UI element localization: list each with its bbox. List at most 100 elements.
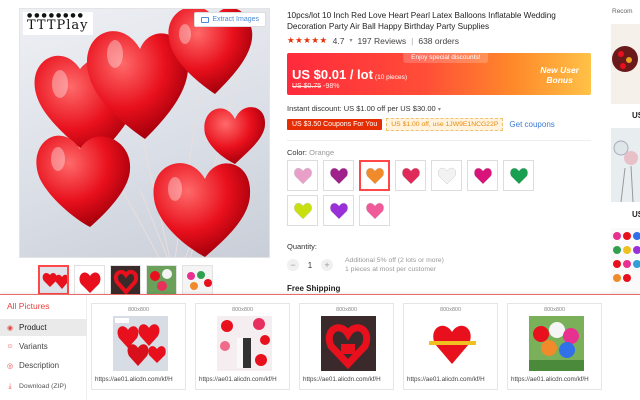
image-dimensions: 800x800: [439, 307, 462, 313]
image-preview: [113, 316, 168, 371]
recommendation-image[interactable]: [611, 228, 640, 294]
heart-balloon-icon: [473, 167, 492, 184]
chevron-down-icon: ▾: [349, 38, 353, 44]
color-label-text: Color:: [287, 148, 308, 157]
thumbnail[interactable]: [182, 265, 213, 295]
image-icon: ◉: [6, 324, 14, 332]
image-card[interactable]: 800x800 https://ae01.alicdn.com/kf/H: [195, 303, 290, 390]
heart-balloon-icon: [437, 167, 456, 184]
color-swatch[interactable]: [287, 160, 318, 191]
thumbnail[interactable]: [110, 265, 141, 295]
free-shipping-label: Free Shipping: [287, 284, 341, 293]
variants-icon: ☺: [6, 343, 14, 350]
image-url[interactable]: https://ae01.alicdn.com/kf/H: [95, 376, 184, 383]
heart-balloons-photo: [34, 9, 266, 257]
nav-item-download-zip[interactable]: ⤓ Download (ZIP): [0, 378, 87, 395]
reviews-link[interactable]: 197 Reviews: [357, 36, 406, 46]
color-swatch[interactable]: [467, 160, 498, 191]
image-card[interactable]: 800x800 https://ae01.alicdn.com/kf/H: [403, 303, 498, 390]
thumbnail-strip: [38, 265, 213, 295]
color-swatch[interactable]: [359, 160, 390, 191]
pieces-per-lot: (10 pieces): [374, 74, 408, 81]
quantity-stepper: − 1 + Additional 5% off (2 lots or more)…: [287, 256, 444, 274]
nav-item-variants[interactable]: ☺ Variants: [0, 338, 87, 355]
image-url[interactable]: https://ae01.alicdn.com/kf/H: [511, 376, 600, 383]
color-swatch[interactable]: [359, 195, 390, 226]
instant-discount[interactable]: Instant discount: US $1.00 off per US $3…: [287, 104, 441, 113]
new-user-bonus-badge[interactable]: New User Bonus: [540, 65, 579, 85]
price-banner: Enjoy special discounts! US $0.01 / lot(…: [287, 53, 591, 95]
recommendation-image[interactable]: [611, 24, 640, 104]
promo-code-badge[interactable]: US $1.00 off, use 1JW9E1NCG22P: [386, 118, 504, 131]
extract-images-label: Extract Images: [212, 16, 259, 23]
current-price: US $0.01 / lot (10 pieces): [292, 67, 407, 82]
image-dimensions: 800x800: [543, 307, 566, 313]
nav-item-description[interactable]: ◎ Description: [0, 357, 87, 374]
color-swatch[interactable]: [323, 195, 354, 226]
nav-item-label: Variants: [19, 342, 48, 351]
coupon-row: US $3.50 Coupons For You US $1.00 off, u…: [287, 118, 555, 131]
image-preview: [529, 316, 584, 371]
quantity-input[interactable]: 1: [305, 261, 315, 270]
orders-count: 638 orders: [418, 35, 459, 46]
rating-row: ★★★★★ 4.7 ▾ 197 Reviews | 638 orders: [287, 35, 459, 46]
heart-balloon-icon: [293, 202, 312, 219]
color-swatches: [287, 160, 537, 226]
image-url[interactable]: https://ae01.alicdn.com/kf/H: [199, 376, 288, 383]
description-icon: ◎: [6, 362, 14, 370]
rating-stars: ★★★★★: [287, 35, 328, 45]
main-product-image[interactable]: ●●●●●●●● TTTPlay Extract Images: [19, 8, 270, 258]
image-card[interactable]: 800x800 https://ae01.alicdn.com/kf/H: [507, 303, 602, 390]
color-swatch[interactable]: [287, 195, 318, 226]
thumbnail[interactable]: [146, 265, 177, 295]
get-coupons-link[interactable]: Get coupons: [509, 120, 554, 129]
store-coupon-badge[interactable]: US $3.50 Coupons For You: [287, 119, 383, 130]
special-discount-tag: Enjoy special discounts!: [403, 53, 489, 63]
heart-balloon-icon: [401, 167, 420, 184]
recommendations-label: Recom: [612, 8, 633, 15]
color-swatch[interactable]: [503, 160, 534, 191]
heart-balloon-icon: [509, 167, 528, 184]
recommendation-image[interactable]: [611, 128, 640, 202]
quantity-note: Additional 5% off (2 lots or more) 1 pie…: [345, 256, 444, 274]
image-card[interactable]: 800x800 https://ae01.alicdn.com/kf/H: [299, 303, 394, 390]
nav-item-label: Download (ZIP): [19, 383, 67, 390]
quantity-plus-button[interactable]: +: [321, 259, 333, 271]
discount-percent: -98%: [323, 83, 340, 90]
image-url[interactable]: https://ae01.alicdn.com/kf/H: [303, 376, 392, 383]
nav-item-label: Description: [19, 361, 60, 370]
extract-images-button[interactable]: Extract Images: [194, 12, 266, 27]
image-card[interactable]: 800x800 https://ae01.alicdn.com/kf/H: [91, 303, 186, 390]
extractor-sidebar: All Pictures ◉ Product ☺ Variants ◎ Desc…: [0, 295, 87, 400]
new-user-line2: Bonus: [546, 75, 573, 85]
heart-balloon-icon: [329, 202, 348, 219]
bulk-discount-note: Additional 5% off (2 lots or more): [345, 257, 444, 264]
image-dimensions: 800x800: [231, 307, 254, 313]
original-price: US $0.75 -98%: [292, 83, 339, 90]
quantity-minus-button[interactable]: −: [287, 259, 299, 271]
image-preview: [425, 316, 480, 371]
image-url[interactable]: https://ae01.alicdn.com/kf/H: [407, 376, 496, 383]
all-pictures-title[interactable]: All Pictures: [7, 301, 50, 311]
thumbnail[interactable]: [38, 265, 69, 295]
rating-value: 4.7: [332, 35, 345, 46]
thumbnail[interactable]: [74, 265, 105, 295]
color-swatch[interactable]: [395, 160, 426, 191]
brand-logo-text: TTTPlay: [27, 18, 89, 33]
image-dimensions: 800x800: [127, 307, 150, 313]
purchase-limit-note: 1 pieces at most per customer: [345, 266, 437, 273]
image-preview: [217, 316, 272, 371]
divider: |: [411, 35, 414, 46]
new-user-line1: New User: [540, 65, 579, 75]
color-swatch[interactable]: [323, 160, 354, 191]
color-label: Color: Orange: [287, 148, 334, 157]
section-divider: [287, 140, 591, 141]
nav-item-product[interactable]: ◉ Product: [0, 319, 87, 336]
selected-color: Orange: [309, 148, 335, 157]
instant-discount-text: Instant discount: US $1.00 off per US $3…: [287, 104, 436, 113]
color-swatch[interactable]: [431, 160, 462, 191]
image-preview: [321, 316, 376, 371]
product-title: 10pcs/lot 10 Inch Red Love Heart Pearl L…: [287, 11, 556, 31]
quantity-label: Quantity:: [287, 242, 318, 251]
heart-balloon-icon: [329, 167, 348, 184]
